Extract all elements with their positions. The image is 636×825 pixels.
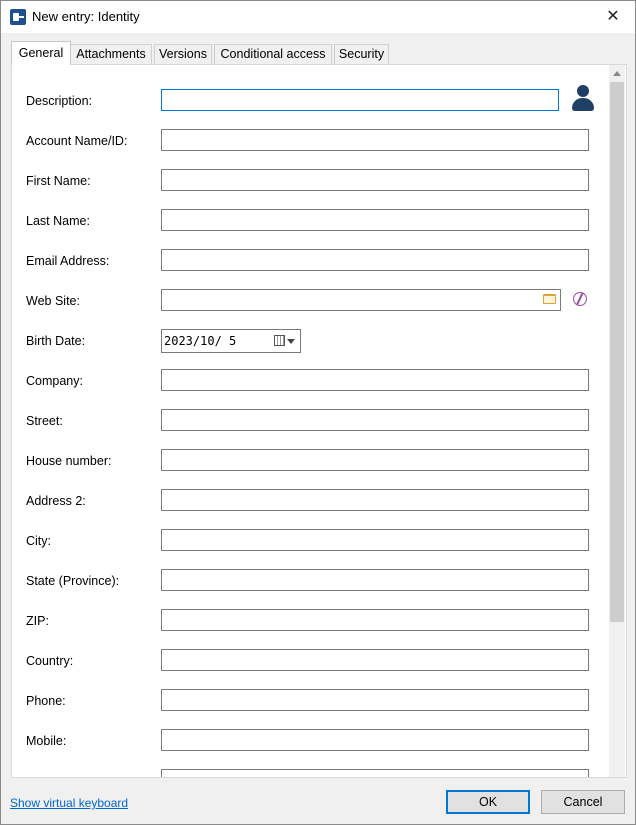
description-label: Description: (26, 94, 92, 108)
general-panel: Description: Account Name/ID: First Name… (11, 64, 627, 778)
birth-date-picker[interactable]: 2023/10/ 5 (161, 329, 301, 353)
close-button[interactable]: ✕ (591, 1, 635, 33)
city-input[interactable] (161, 529, 589, 551)
row-mobile: Mobile: (12, 729, 612, 753)
app-key-icon (10, 9, 26, 25)
zip-label: ZIP: (26, 614, 49, 628)
chevron-down-icon[interactable] (287, 339, 295, 344)
account-label: Account Name/ID: (26, 134, 128, 148)
row-country: Country: (12, 649, 612, 673)
row-phone: Phone: (12, 689, 612, 713)
row-birth-date: Birth Date: 2023/10/ 5 (12, 329, 612, 353)
web-site-input[interactable] (161, 289, 561, 311)
tab-attachments[interactable]: Attachments (70, 44, 152, 64)
row-web-site: Web Site: (12, 289, 612, 313)
row-partial (12, 769, 612, 777)
dialog-window: New entry: Identity ✕ General Attachment… (0, 0, 636, 825)
row-city: City: (12, 529, 612, 553)
row-state: State (Province): (12, 569, 612, 593)
calendar-icon[interactable] (274, 335, 285, 346)
street-label: Street: (26, 414, 63, 428)
company-label: Company: (26, 374, 83, 388)
last-name-label: Last Name: (26, 214, 90, 228)
phone-label: Phone: (26, 694, 66, 708)
window-title: New entry: Identity (32, 9, 140, 24)
city-label: City: (26, 534, 51, 548)
country-input[interactable] (161, 649, 589, 671)
phone-input[interactable] (161, 689, 589, 711)
row-street: Street: (12, 409, 612, 433)
scrollbar-thumb[interactable] (610, 82, 624, 622)
first-name-input[interactable] (161, 169, 589, 191)
tab-versions[interactable]: Versions (154, 44, 212, 64)
last-name-input[interactable] (161, 209, 589, 231)
house-number-input[interactable] (161, 449, 589, 471)
show-virtual-keyboard-link[interactable]: Show virtual keyboard (10, 796, 128, 810)
first-name-label: First Name: (26, 174, 91, 188)
street-input[interactable] (161, 409, 589, 431)
title-bar: New entry: Identity ✕ (1, 1, 635, 33)
house-number-label: House number: (26, 454, 112, 468)
row-first-name: First Name: (12, 169, 612, 193)
row-address2: Address 2: (12, 489, 612, 513)
country-label: Country: (26, 654, 74, 668)
tab-general[interactable]: General (11, 41, 71, 65)
email-label: Email Address: (26, 254, 110, 268)
mobile-label: Mobile: (26, 734, 67, 748)
row-house-number: House number: (12, 449, 612, 473)
birth-date-value: 2023/10/ 5 (164, 334, 237, 348)
address2-label: Address 2: (26, 494, 86, 508)
cancel-button[interactable]: Cancel (541, 790, 625, 814)
tab-security[interactable]: Security (334, 44, 389, 64)
account-input[interactable] (161, 129, 589, 151)
ok-button[interactable]: OK (446, 790, 530, 814)
state-label: State (Province): (26, 574, 120, 588)
tab-conditional-access[interactable]: Conditional access (214, 44, 332, 64)
row-description: Description: (12, 85, 612, 113)
company-input[interactable] (161, 369, 589, 391)
row-company: Company: (12, 369, 612, 393)
vertical-scrollbar[interactable] (609, 65, 625, 777)
row-account: Account Name/ID: (12, 129, 612, 153)
mobile-input[interactable] (161, 729, 589, 751)
row-zip: ZIP: (12, 609, 612, 633)
description-input[interactable] (161, 89, 559, 111)
email-input[interactable] (161, 249, 589, 271)
scroll-up-icon[interactable] (613, 71, 621, 76)
next-field-input[interactable] (161, 769, 589, 777)
user-icon[interactable] (572, 85, 594, 113)
globe-icon[interactable] (573, 292, 587, 306)
state-input[interactable] (161, 569, 589, 591)
row-email: Email Address: (12, 249, 612, 273)
folder-icon[interactable] (543, 294, 556, 304)
address2-input[interactable] (161, 489, 589, 511)
row-last-name: Last Name: (12, 209, 612, 233)
zip-input[interactable] (161, 609, 589, 631)
birth-date-label: Birth Date: (26, 334, 86, 348)
web-site-label: Web Site: (26, 294, 80, 308)
